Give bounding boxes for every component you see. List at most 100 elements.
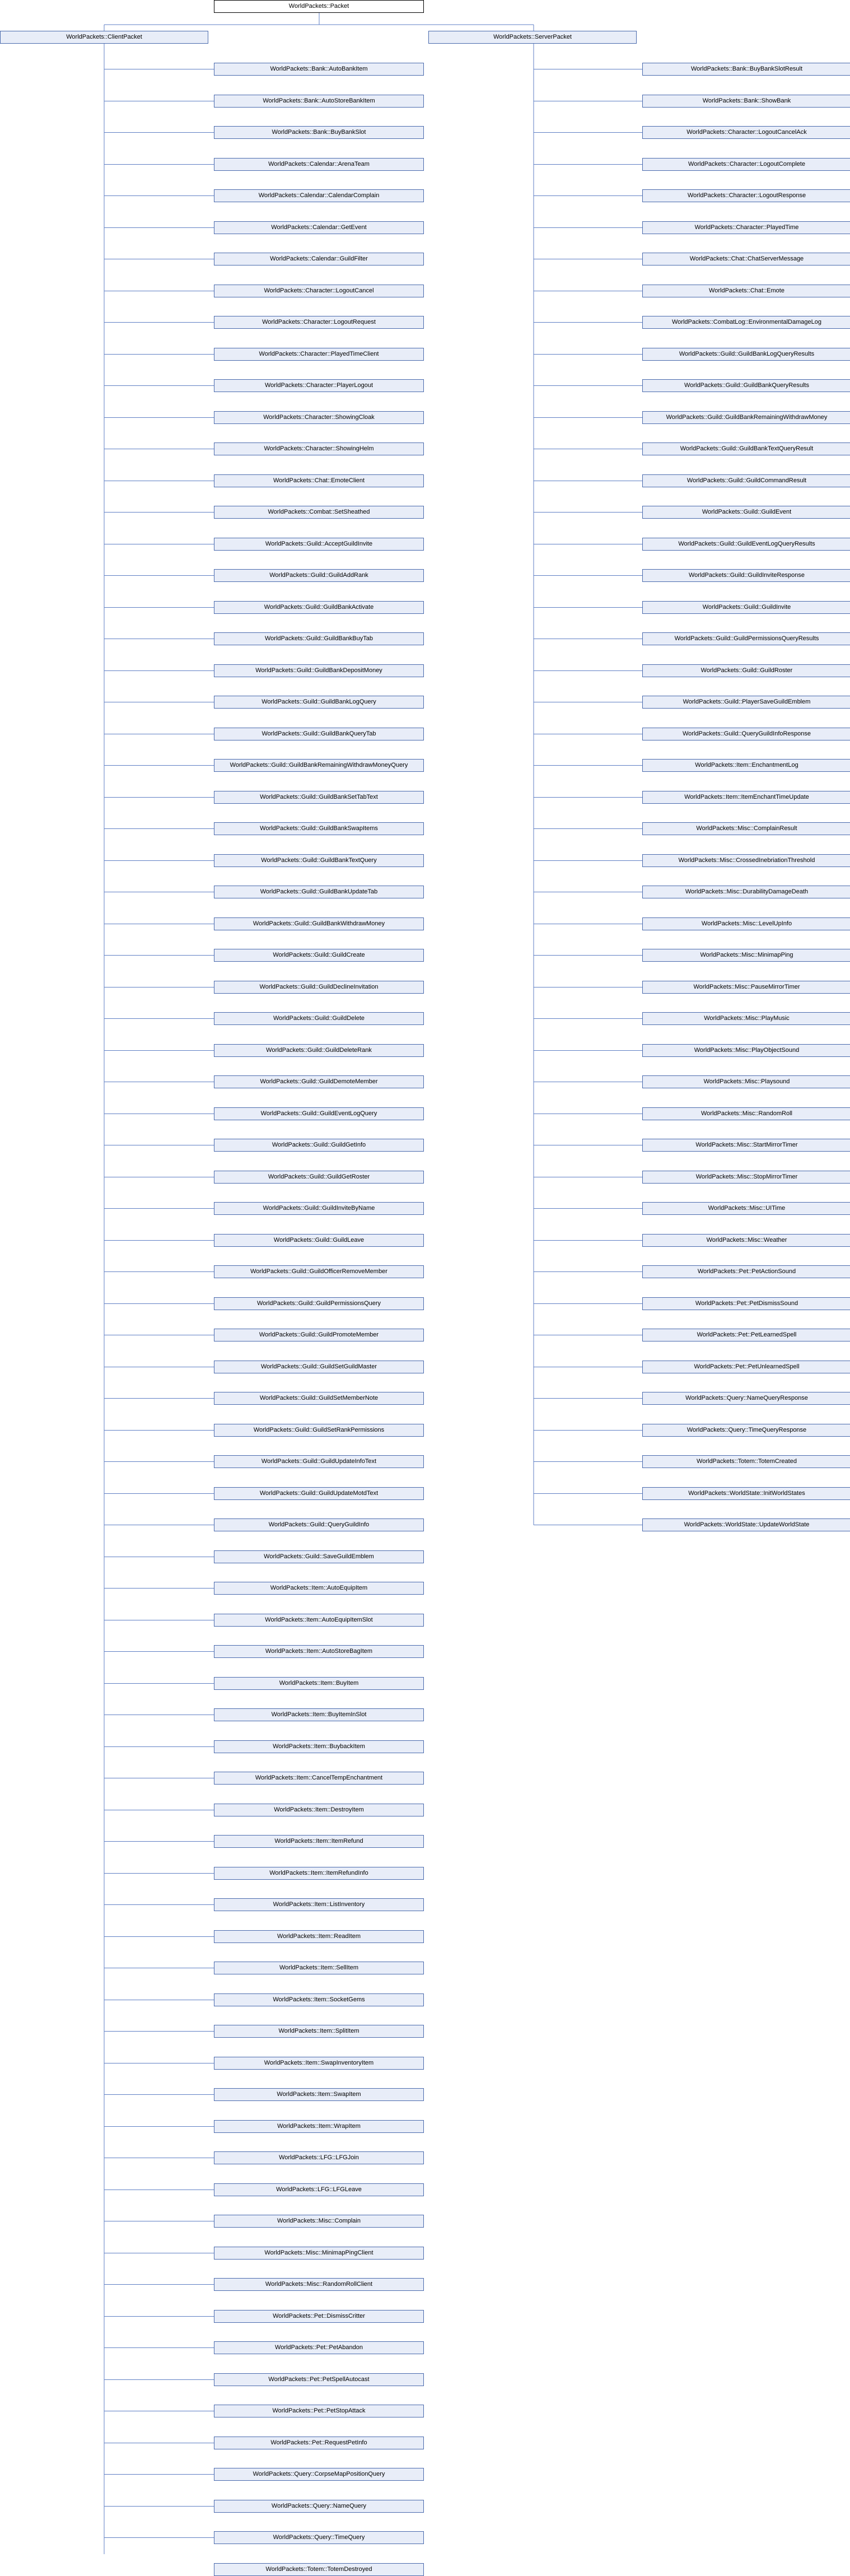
client-child-node[interactable]: WorldPackets::Guild::GuildBankWithdrawMo… bbox=[214, 917, 424, 930]
server-child-node[interactable]: WorldPackets::Misc::LevelUpInfo bbox=[642, 917, 850, 930]
client-child-node[interactable]: WorldPackets::Bank::BuyBankSlot bbox=[214, 126, 424, 139]
client-child-node[interactable]: WorldPackets::Item::AutoEquipItem bbox=[214, 1582, 424, 1595]
client-child-node[interactable]: WorldPackets::Guild::GuildSetMemberNote bbox=[214, 1392, 424, 1405]
client-child-node[interactable]: WorldPackets::Combat::SetSheathed bbox=[214, 506, 424, 519]
client-child-node[interactable]: WorldPackets::Guild::GuildPromoteMember bbox=[214, 1329, 424, 1341]
client-child-node[interactable]: WorldPackets::Guild::AcceptGuildInvite bbox=[214, 538, 424, 551]
client-child-node[interactable]: WorldPackets::Item::SwapInventoryItem bbox=[214, 2057, 424, 2070]
client-child-node[interactable]: WorldPackets::Item::SocketGems bbox=[214, 1993, 424, 2006]
client-child-node[interactable]: WorldPackets::Bank::AutoStoreBankItem bbox=[214, 95, 424, 108]
server-child-node[interactable]: WorldPackets::Pet::PetActionSound bbox=[642, 1265, 850, 1278]
server-child-node[interactable]: WorldPackets::Bank::ShowBank bbox=[642, 95, 850, 108]
client-child-node[interactable]: WorldPackets::Character::PlayerLogout bbox=[214, 379, 424, 392]
server-child-node[interactable]: WorldPackets::Guild::GuildEventLogQueryR… bbox=[642, 538, 850, 551]
server-child-node[interactable]: WorldPackets::Guild::GuildPermissionsQue… bbox=[642, 632, 850, 645]
server-child-node[interactable]: WorldPackets::Guild::GuildEvent bbox=[642, 506, 850, 519]
client-child-node[interactable]: WorldPackets::Guild::GuildGetRoster bbox=[214, 1171, 424, 1184]
client-child-node[interactable]: WorldPackets::Item::BuyItem bbox=[214, 1677, 424, 1690]
client-child-node[interactable]: WorldPackets::Item::AutoStoreBagItem bbox=[214, 1645, 424, 1658]
client-child-node[interactable]: WorldPackets::Item::BuybackItem bbox=[214, 1740, 424, 1753]
server-child-node[interactable]: WorldPackets::Guild::GuildInviteResponse bbox=[642, 569, 850, 582]
server-child-node[interactable]: WorldPackets::Character::LogoutResponse bbox=[642, 189, 850, 202]
client-child-node[interactable]: WorldPackets::Guild::GuildBankDepositMon… bbox=[214, 664, 424, 677]
client-child-node[interactable]: WorldPackets::Item::AutoEquipItemSlot bbox=[214, 1614, 424, 1627]
client-child-node[interactable]: WorldPackets::Guild::GuildBankSetTabText bbox=[214, 791, 424, 804]
client-child-node[interactable]: WorldPackets::Calendar::ArenaTeam bbox=[214, 158, 424, 171]
server-child-node[interactable]: WorldPackets::Misc::ComplainResult bbox=[642, 822, 850, 835]
client-child-node[interactable]: WorldPackets::Guild::GuildBankLogQuery bbox=[214, 696, 424, 709]
server-child-node[interactable]: WorldPackets::Misc::PauseMirrorTimer bbox=[642, 981, 850, 994]
client-child-node[interactable]: WorldPackets::Guild::GuildBankUpdateTab bbox=[214, 886, 424, 898]
server-child-node[interactable]: WorldPackets::Pet::PetLearnedSpell bbox=[642, 1329, 850, 1341]
server-child-node[interactable]: WorldPackets::Misc::StartMirrorTimer bbox=[642, 1139, 850, 1152]
client-child-node[interactable]: WorldPackets::Item::SellItem bbox=[214, 1962, 424, 1974]
client-child-node[interactable]: WorldPackets::Guild::GuildDeclineInvitat… bbox=[214, 981, 424, 994]
server-child-node[interactable]: WorldPackets::Guild::GuildInvite bbox=[642, 601, 850, 614]
client-child-node[interactable]: WorldPackets::Query::TimeQuery bbox=[214, 2531, 424, 2544]
client-child-node[interactable]: WorldPackets::Guild::GuildDemoteMember bbox=[214, 1075, 424, 1088]
server-child-node[interactable]: WorldPackets::Item::EnchantmentLog bbox=[642, 759, 850, 772]
client-child-node[interactable]: WorldPackets::Misc::MinimapPingClient bbox=[214, 2247, 424, 2260]
client-child-node[interactable]: WorldPackets::Guild::GuildSetRankPermiss… bbox=[214, 1424, 424, 1437]
client-child-node[interactable]: WorldPackets::Calendar::CalendarComplain bbox=[214, 189, 424, 202]
server-child-node[interactable]: WorldPackets::CombatLog::EnvironmentalDa… bbox=[642, 316, 850, 329]
server-child-node[interactable]: WorldPackets::Misc::DurabilityDamageDeat… bbox=[642, 886, 850, 898]
client-child-node[interactable]: WorldPackets::Item::BuyItemInSlot bbox=[214, 1708, 424, 1721]
client-child-node[interactable]: WorldPackets::Guild::GuildUpdateMotdText bbox=[214, 1487, 424, 1500]
client-child-node[interactable]: WorldPackets::Guild::GuildEventLogQuery bbox=[214, 1107, 424, 1120]
client-child-node[interactable]: WorldPackets::Guild::GuildInviteByName bbox=[214, 1202, 424, 1215]
server-child-node[interactable]: WorldPackets::Chat::Emote bbox=[642, 285, 850, 297]
client-child-node[interactable]: WorldPackets::Bank::AutoBankItem bbox=[214, 63, 424, 76]
client-child-node[interactable]: WorldPackets::LFG::LFGJoin bbox=[214, 2151, 424, 2164]
client-child-node[interactable]: WorldPackets::Totem::TotemDestroyed bbox=[214, 2563, 424, 2576]
client-child-node[interactable]: WorldPackets::Pet::PetSpellAutocast bbox=[214, 2373, 424, 2386]
client-child-node[interactable]: WorldPackets::Item::ItemRefundInfo bbox=[214, 1867, 424, 1880]
server-child-node[interactable]: WorldPackets::Query::NameQueryResponse bbox=[642, 1392, 850, 1405]
server-child-node[interactable]: WorldPackets::Misc::CrossedInebriationTh… bbox=[642, 854, 850, 867]
server-child-node[interactable]: WorldPackets::Guild::GuildBankTextQueryR… bbox=[642, 442, 850, 455]
client-child-node[interactable]: WorldPackets::Character::LogoutCancel bbox=[214, 285, 424, 297]
server-child-node[interactable]: WorldPackets::Misc::PlayObjectSound bbox=[642, 1044, 850, 1057]
client-child-node[interactable]: WorldPackets::Chat::EmoteClient bbox=[214, 474, 424, 487]
server-child-node[interactable]: WorldPackets::Pet::PetDismissSound bbox=[642, 1297, 850, 1310]
server-child-node[interactable]: WorldPackets::Totem::TotemCreated bbox=[642, 1455, 850, 1468]
server-child-node[interactable]: WorldPackets::Guild::GuildRoster bbox=[642, 664, 850, 677]
client-child-node[interactable]: WorldPackets::Guild::GuildSetGuildMaster bbox=[214, 1361, 424, 1373]
client-child-node[interactable]: WorldPackets::Guild::GuildPermissionsQue… bbox=[214, 1297, 424, 1310]
client-child-node[interactable]: WorldPackets::Guild::GuildLeave bbox=[214, 1234, 424, 1247]
client-child-node[interactable]: WorldPackets::Guild::GuildCreate bbox=[214, 949, 424, 962]
client-child-node[interactable]: WorldPackets::Guild::GuildBankBuyTab bbox=[214, 632, 424, 645]
server-child-node[interactable]: WorldPackets::Chat::ChatServerMessage bbox=[642, 253, 850, 265]
client-child-node[interactable]: WorldPackets::Misc::RandomRollClient bbox=[214, 2278, 424, 2291]
client-child-node[interactable]: WorldPackets::Guild::GuildBankQueryTab bbox=[214, 728, 424, 740]
client-child-node[interactable]: WorldPackets::Misc::Complain bbox=[214, 2215, 424, 2228]
client-child-node[interactable]: WorldPackets::Guild::QueryGuildInfo bbox=[214, 1518, 424, 1531]
client-child-node[interactable]: WorldPackets::Item::ItemRefund bbox=[214, 1835, 424, 1848]
client-child-node[interactable]: WorldPackets::Guild::GuildUpdateInfoText bbox=[214, 1455, 424, 1468]
server-child-node[interactable]: WorldPackets::WorldState::UpdateWorldSta… bbox=[642, 1518, 850, 1531]
client-child-node[interactable]: WorldPackets::Query::NameQuery bbox=[214, 2500, 424, 2513]
server-child-node[interactable]: WorldPackets::Guild::GuildBankLogQueryRe… bbox=[642, 348, 850, 361]
client-child-node[interactable]: WorldPackets::Item::ListInventory bbox=[214, 1898, 424, 1911]
client-child-node[interactable]: WorldPackets::Item::SwapItem bbox=[214, 2088, 424, 2101]
client-child-node[interactable]: WorldPackets::Item::WrapItem bbox=[214, 2120, 424, 2133]
client-child-node[interactable]: WorldPackets::Guild::GuildBankTextQuery bbox=[214, 854, 424, 867]
server-child-node[interactable]: WorldPackets::Character::LogoutCancelAck bbox=[642, 126, 850, 139]
server-child-node[interactable]: WorldPackets::Character::LogoutComplete bbox=[642, 158, 850, 171]
client-child-node[interactable]: WorldPackets::Guild::GuildDelete bbox=[214, 1012, 424, 1025]
server-child-node[interactable]: WorldPackets::Guild::GuildCommandResult bbox=[642, 474, 850, 487]
client-child-node[interactable]: WorldPackets::LFG::LFGLeave bbox=[214, 2183, 424, 2196]
client-child-node[interactable]: WorldPackets::Guild::GuildBankSwapItems bbox=[214, 822, 424, 835]
client-child-node[interactable]: WorldPackets::Pet::PetStopAttack bbox=[214, 2405, 424, 2417]
server-child-node[interactable]: WorldPackets::Guild::PlayerSaveGuildEmbl… bbox=[642, 696, 850, 709]
server-child-node[interactable]: WorldPackets::Misc::RandomRoll bbox=[642, 1107, 850, 1120]
client-child-node[interactable]: WorldPackets::Pet::RequestPetInfo bbox=[214, 2437, 424, 2449]
client-child-node[interactable]: WorldPackets::Guild::GuildBankActivate bbox=[214, 601, 424, 614]
client-child-node[interactable]: WorldPackets::Guild::GuildBankRemainingW… bbox=[214, 759, 424, 772]
node-server-packet[interactable]: WorldPackets::ServerPacket bbox=[428, 31, 637, 44]
server-child-node[interactable]: WorldPackets::Item::ItemEnchantTimeUpdat… bbox=[642, 791, 850, 804]
client-child-node[interactable]: WorldPackets::Guild::GuildGetInfo bbox=[214, 1139, 424, 1152]
client-child-node[interactable]: WorldPackets::Character::PlayedTimeClien… bbox=[214, 348, 424, 361]
server-child-node[interactable]: WorldPackets::Misc::UITime bbox=[642, 1202, 850, 1215]
client-child-node[interactable]: WorldPackets::Character::ShowingHelm bbox=[214, 442, 424, 455]
